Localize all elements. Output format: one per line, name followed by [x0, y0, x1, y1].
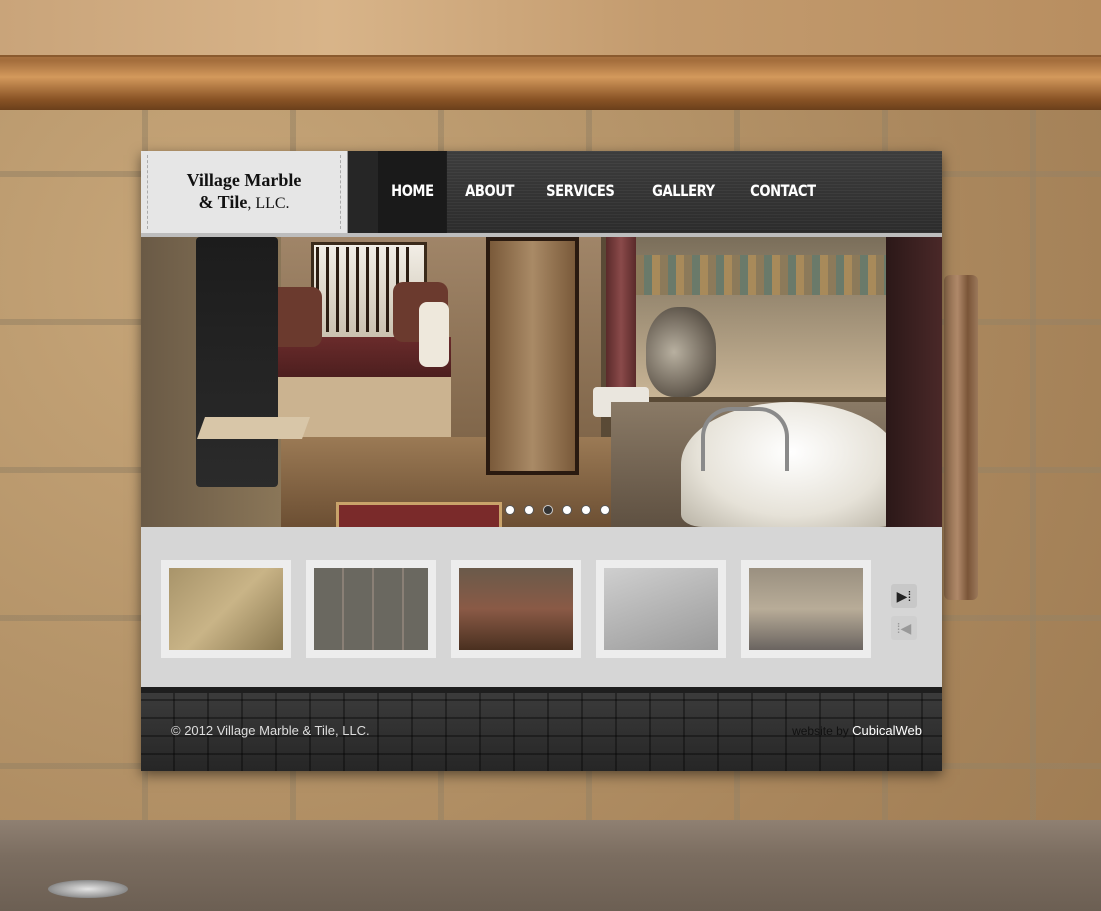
nav-item-gallery[interactable]: GALLERY [639, 151, 728, 233]
logo-line-2-suffix: , LLC. [247, 195, 290, 212]
hero-photo-faucet [701, 407, 789, 471]
hero-photo-rug [336, 502, 502, 527]
thumbnail-image [749, 568, 863, 650]
background-cabinet-panel [0, 0, 1101, 57]
hero-photo-towel [419, 302, 449, 367]
site-footer: © 2012 Village Marble & Tile, LLC. websi… [141, 687, 942, 771]
slider-dot[interactable] [581, 505, 591, 515]
background-faucet-base [48, 880, 128, 898]
hero-photo-mosaic-band [636, 255, 916, 295]
logo-frame: Village Marble & Tile, LLC. [147, 155, 341, 229]
nav-item-services[interactable]: SERVICES [533, 151, 628, 233]
hero-photo-stove [196, 237, 278, 487]
nav-item-home[interactable]: HOME [378, 151, 447, 233]
hero-photo-stove-ledge [196, 417, 311, 439]
slider-dot[interactable] [505, 505, 515, 515]
slider-dot[interactable] [600, 505, 610, 515]
background-stone-trim [944, 275, 978, 600]
nav-items: HOME ABOUT SERVICES GALLERY CONTACT [378, 151, 839, 233]
carousel-prev-button[interactable]: ⁞◀ [891, 616, 917, 640]
main-nav: HOME ABOUT SERVICES GALLERY CONTACT [348, 151, 942, 233]
footer-credit: website by CubicalWeb [792, 723, 922, 738]
hero-slideshow [141, 237, 942, 527]
thumbnail-item[interactable] [741, 560, 871, 658]
site-header: Village Marble & Tile, LLC. HOME ABOUT S… [141, 151, 942, 233]
carousel-next-button[interactable]: ▶⁞ [891, 584, 917, 608]
slider-dots [505, 505, 610, 515]
background-countertop [0, 820, 1101, 911]
nav-item-about[interactable]: ABOUT [452, 151, 527, 233]
thumbnail-item[interactable] [596, 560, 726, 658]
slider-dot[interactable] [524, 505, 534, 515]
hero-photo-right-column [886, 237, 942, 527]
hero-photo-door [486, 237, 579, 475]
hero-photo-vase [646, 307, 716, 397]
play-prev-icon: ⁞◀ [896, 619, 912, 636]
footer-credit-link[interactable]: CubicalWeb [852, 723, 922, 738]
footer-copyright: © 2012 Village Marble & Tile, LLC. [171, 723, 370, 738]
site-container: Village Marble & Tile, LLC. HOME ABOUT S… [141, 151, 942, 771]
nav-item-contact[interactable]: CONTACT [737, 151, 829, 233]
slider-dot[interactable] [562, 505, 572, 515]
thumbnail-item[interactable] [306, 560, 436, 658]
thumbnail-item[interactable] [451, 560, 581, 658]
slider-dot-active[interactable] [543, 505, 553, 515]
play-next-icon: ▶⁞ [896, 587, 912, 604]
logo-line-2-bold: & Tile [198, 192, 248, 212]
thumbnail-item[interactable] [161, 560, 291, 658]
logo-line-2: & Tile, LLC. [198, 191, 289, 215]
thumbnail-image [604, 568, 718, 650]
thumbnail-image [314, 568, 428, 650]
logo[interactable]: Village Marble & Tile, LLC. [141, 151, 348, 233]
footer-credit-prefix: website by [792, 724, 849, 738]
thumbnail-image [459, 568, 573, 650]
thumbnail-carousel: ▶⁞ ⁞◀ [141, 527, 942, 687]
thumbnail-image [169, 568, 283, 650]
hero-photo-column [606, 237, 636, 407]
logo-line-1: Village Marble [186, 170, 302, 190]
